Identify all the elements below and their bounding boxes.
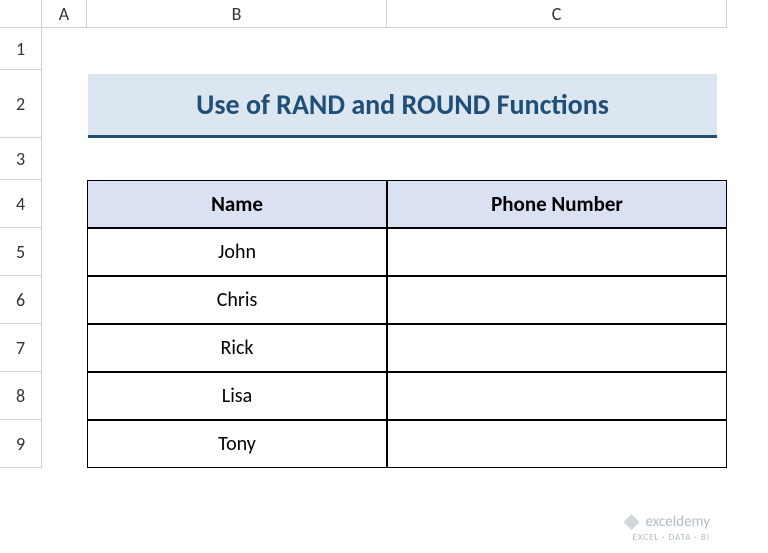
cell-a3[interactable] [42,138,87,180]
table-header-name[interactable]: Name [87,180,387,228]
table-row[interactable]: Chris [87,276,387,324]
table-row[interactable]: Lisa [87,372,387,420]
row-header-1[interactable]: 1 [0,28,42,70]
table-row[interactable] [387,228,727,276]
row-header-3[interactable]: 3 [0,138,42,180]
table-header-phone[interactable]: Phone Number [387,180,727,228]
row-header-7[interactable]: 7 [0,324,42,372]
select-all-corner[interactable] [0,0,42,28]
cell-c3[interactable] [387,138,727,180]
cell-a9[interactable] [42,420,87,468]
cell-a4[interactable] [42,180,87,228]
row-header-9[interactable]: 9 [0,420,42,468]
cell-a5[interactable] [42,228,87,276]
cell-a7[interactable] [42,324,87,372]
row-header-5[interactable]: 5 [0,228,42,276]
col-header-a[interactable]: A [42,0,87,28]
cell-a8[interactable] [42,372,87,420]
watermark-tagline: EXCEL · DATA · BI [633,532,710,543]
watermark-icon [624,514,640,530]
col-header-b[interactable]: B [87,0,387,28]
table-row[interactable]: Rick [87,324,387,372]
spreadsheet-grid: A B C 1 2 Use of RAND and ROUND Function… [0,0,768,468]
watermark-text: exceldemy [646,513,710,531]
cell-a2[interactable] [42,70,87,138]
row-header-6[interactable]: 6 [0,276,42,324]
cell-c1[interactable] [387,28,727,70]
row-header-8[interactable]: 8 [0,372,42,420]
table-row[interactable] [387,276,727,324]
row-header-2[interactable]: 2 [0,70,42,138]
table-row[interactable] [387,372,727,420]
cell-b1[interactable] [87,28,387,70]
table-row[interactable]: John [87,228,387,276]
col-header-c[interactable]: C [387,0,727,28]
title-cell[interactable]: Use of RAND and ROUND Functions [88,74,717,138]
table-row[interactable] [387,324,727,372]
cell-a1[interactable] [42,28,87,70]
table-row[interactable] [387,420,727,468]
row-header-4[interactable]: 4 [0,180,42,228]
cell-b3[interactable] [87,138,387,180]
watermark-brand: exceldemy [624,513,710,531]
cell-a6[interactable] [42,276,87,324]
table-row[interactable]: Tony [87,420,387,468]
